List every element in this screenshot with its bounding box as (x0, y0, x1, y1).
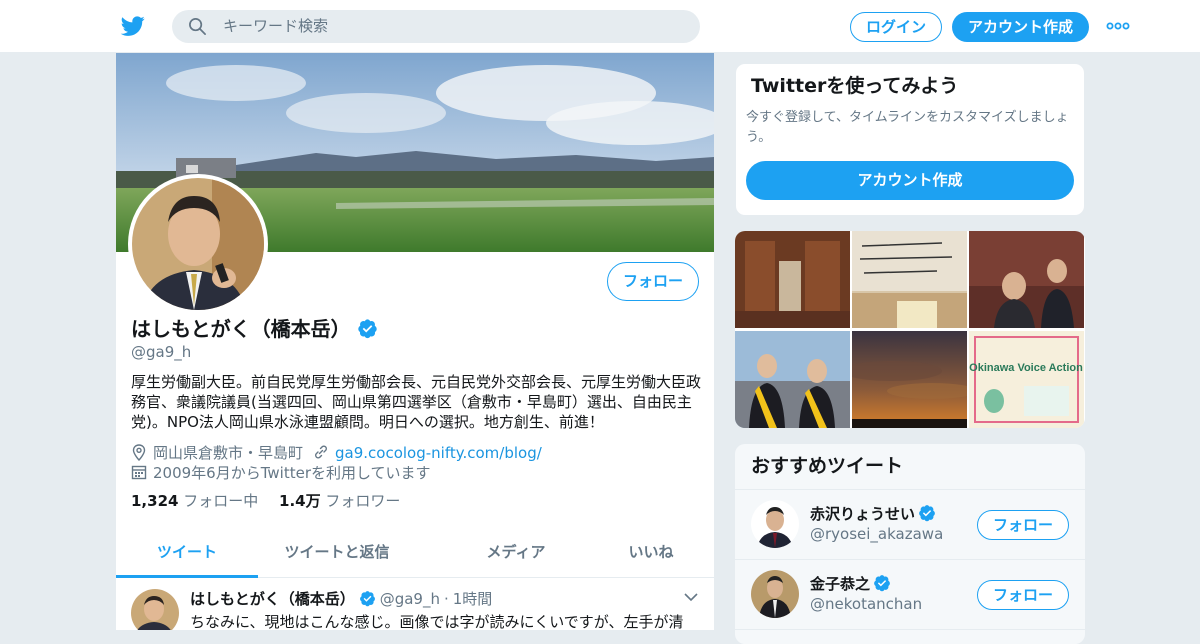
login-button[interactable]: ログイン (850, 12, 942, 42)
recommended-accounts-card: おすすめツイート 赤沢りょうせい @ryosei_akazawa フォロー 金子… (735, 444, 1085, 644)
profile-location: 岡山県倉敷市・早島町 (153, 444, 304, 462)
verified-badge-icon (874, 575, 890, 592)
tweet-author-handle: @ga9_h (379, 590, 440, 608)
media-thumbnail[interactable] (735, 331, 850, 428)
signup-prompt-button[interactable]: アカウント作成 (746, 161, 1074, 200)
verified-badge-icon (919, 505, 935, 522)
profile-name[interactable]: はしもとがく（橋本岳） (131, 317, 351, 341)
followers-label: フォロワー (325, 492, 401, 510)
tweet-author-avatar[interactable] (131, 589, 179, 630)
profile-tabs: ツイート ツイートと返信 メディア いいね (116, 529, 714, 578)
followers-count: 1.4万 (279, 492, 321, 510)
tweet-time[interactable]: 1時間 (453, 590, 493, 608)
tweet-author-name[interactable]: はしもとがく（橋本岳） (190, 590, 355, 608)
following-stat[interactable]: 1,324 フォロー中 (131, 492, 258, 510)
location-pin-icon (132, 443, 146, 461)
recommended-account-row[interactable]: 赤沢りょうせい @ryosei_akazawa フォロー (735, 490, 1085, 560)
profile-url-link[interactable]: ga9.cocolog-nifty.com/blog/ (313, 444, 542, 462)
media-thumbnail[interactable] (969, 231, 1084, 328)
recommended-follow-button[interactable]: フォロー (977, 580, 1069, 610)
profile-joined: 2009年6月からTwitterを利用しています (153, 464, 431, 482)
signup-prompt-description: 今すぐ登録して、タイムラインをカスタマイズしましょう。 (746, 110, 1069, 145)
media-thumbnail[interactable] (852, 231, 967, 328)
verified-badge-icon (357, 319, 377, 339)
recommended-name[interactable]: 金子恭之 (810, 575, 870, 593)
media-thumbnail[interactable]: Okinawa Voice Action (969, 331, 1084, 428)
link-icon (315, 445, 327, 459)
calendar-icon (131, 465, 147, 480)
recommended-account-row[interactable]: 金子恭之 @nekotanchan フォロー (735, 560, 1085, 630)
signup-button[interactable]: アカウント作成 (952, 12, 1089, 42)
recommended-title: おすすめツイート (735, 444, 1085, 490)
chevron-down-icon[interactable] (684, 592, 698, 602)
tweet-text: ちなみに、現地はこんな感じ。画像では字が読みにくいですが、左手が清 (190, 613, 684, 630)
avatar-image (132, 178, 264, 310)
twitter-bird-icon[interactable] (120, 14, 146, 38)
recommended-avatar[interactable] (751, 570, 799, 618)
following-label: フォロー中 (183, 492, 259, 510)
tweet-header: はしもとがく（橋本岳） @ga9_h · 1時間 (190, 590, 492, 608)
profile-joined-row: 2009年6月からTwitterを利用しています (131, 464, 431, 482)
verified-badge-icon (359, 590, 375, 606)
recommended-handle: @ryosei_akazawa (810, 525, 944, 543)
search-bar[interactable]: キーワード検索 (172, 10, 700, 43)
tab-likes[interactable]: いいね (586, 529, 714, 578)
follow-button[interactable]: フォロー (607, 262, 699, 301)
media-gallery: Okinawa Voice Action (735, 231, 1085, 428)
more-dots-icon[interactable] (1106, 19, 1130, 33)
profile-location-row: 岡山県倉敷市・早島町 ga9.cocolog-nifty.com/blog/ (131, 443, 542, 462)
profile-card: フォロー はしもとがく（橋本岳） @ga9_h 厚生労働副大臣。前自民党厚生労働… (116, 53, 714, 630)
recommended-handle: @nekotanchan (810, 595, 923, 613)
media-thumbnail[interactable] (735, 231, 850, 328)
tab-tweets[interactable]: ツイート (116, 529, 258, 578)
search-input-placeholder[interactable]: キーワード検索 (223, 18, 328, 35)
recommended-follow-button[interactable]: フォロー (977, 510, 1069, 540)
profile-url[interactable]: ga9.cocolog-nifty.com/blog/ (335, 444, 542, 462)
profile-handle: @ga9_h (131, 343, 192, 361)
profile-bio: 厚生労働副大臣。前自民党厚生労働部会長、元自民党外交部会長、元厚生労働大臣政務官… (131, 373, 702, 431)
tweet-separator: · (443, 590, 449, 608)
media-tile-text: Okinawa Voice Action (969, 362, 1083, 374)
media-thumbnail[interactable] (852, 331, 967, 428)
recommended-name[interactable]: 赤沢りょうせい (810, 505, 915, 523)
following-count: 1,324 (131, 492, 179, 510)
recommended-name-row: 金子恭之 (810, 575, 891, 593)
profile-stats: 1,324 フォロー中 1.4万 フォロワー (131, 492, 400, 510)
signup-prompt-card: Twitterを使ってみよう 今すぐ登録して、タイムラインをカスタマイズしましょ… (735, 63, 1085, 216)
recommended-avatar[interactable] (751, 500, 799, 548)
top-navigation-bar: キーワード検索 ログイン アカウント作成 (0, 0, 1200, 53)
search-icon (189, 18, 206, 35)
tab-tweets-and-replies[interactable]: ツイートと返信 (258, 529, 416, 578)
recommended-name-row: 赤沢りょうせい (810, 505, 936, 523)
signup-prompt-title: Twitterを使ってみよう (751, 75, 959, 97)
followers-stat[interactable]: 1.4万 フォロワー (279, 492, 400, 510)
profile-name-row: はしもとがく（橋本岳） (131, 317, 378, 341)
profile-avatar[interactable] (128, 174, 268, 314)
